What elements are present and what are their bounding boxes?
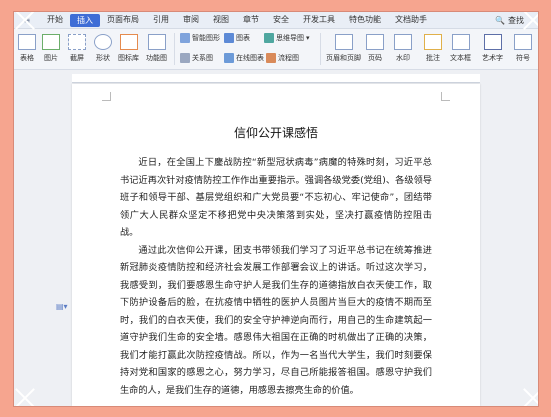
screenshot-label: 截屏 (70, 54, 84, 62)
word-art-button[interactable]: 艺术字 (482, 34, 503, 63)
table-button[interactable]: 表格 (18, 34, 36, 63)
menu-insert[interactable]: 插入 (70, 13, 100, 27)
document-title: 信仰公开课感悟 (233, 126, 318, 140)
shape-label: 形状 (96, 54, 110, 62)
menu-references[interactable]: 引用 (146, 12, 176, 28)
function-chart-icon (147, 34, 166, 50)
menu-doc-assistant[interactable]: 文档助手 (388, 12, 434, 28)
relation-chart-icon (180, 53, 190, 63)
ribbon-separator (174, 33, 175, 65)
menu-features[interactable]: 特色功能 (342, 12, 388, 28)
page-number-label: 页码 (368, 54, 382, 62)
menu-bar: ≡ 开始 插入 页面布局 引用 审阅 视图 章节 安全 开发工具 特色功能 文档… (14, 12, 538, 29)
chart-label: 图表 (236, 34, 250, 42)
document-page[interactable]: 信仰公开课感悟 近日，在全国上下鏖战防控“新型冠状病毒”病魔的特殊时刻，习近平总… (72, 84, 480, 406)
shape-icon (94, 34, 112, 50)
online-chart-label: 在线图表 (236, 54, 264, 62)
word-art-label: 艺术字 (482, 54, 503, 62)
text-box-icon (451, 34, 470, 50)
margin-corner-mark (441, 92, 450, 101)
online-chart-button[interactable]: 在线图表 (224, 53, 264, 63)
watermark-label: 水印 (396, 54, 410, 62)
corner-decoration (520, 388, 538, 406)
relation-chart-label: 关系图 (192, 54, 213, 62)
icon-library-icon (119, 34, 138, 50)
smart-graphic-button[interactable]: 智能图形 (180, 33, 220, 43)
shape-button[interactable]: 形状 (94, 34, 112, 63)
word-art-icon (483, 34, 502, 50)
corner-decoration (14, 12, 32, 30)
paragraph: 通过此次信仰公开课，团支书带领我们学习了习近平总书记在统筹推进新冠肺炎疫情防控和… (120, 244, 432, 396)
paragraph: 近日，在全国上下鏖战防控“新型冠状病毒”病魔的特殊时刻，习近平总书记近再次针对疫… (120, 157, 432, 238)
corner-decoration (14, 388, 32, 406)
mind-map-button[interactable]: 思维导图 ▾ (264, 33, 310, 43)
document-area: 信仰公开课感悟 近日，在全国上下鏖战防控“新型冠状病毒”病魔的特殊时刻，习近平总… (14, 70, 538, 406)
chart-icon (224, 33, 234, 43)
menu-security[interactable]: 安全 (266, 12, 296, 28)
page-number-icon (366, 34, 384, 50)
insert-ribbon: 表格 图片 截屏 形状 图标库 功能图 智能图形 图表 思维导图 ▾ 关系图 在… (14, 29, 538, 70)
flowchart-button[interactable]: 流程图 (266, 53, 299, 63)
flowchart-label: 流程图 (278, 54, 299, 62)
menu-page-layout[interactable]: 页面布局 (100, 12, 146, 28)
wps-writer-window: ≡ 开始 插入 页面布局 引用 审阅 视图 章节 安全 开发工具 特色功能 文档… (13, 11, 539, 407)
relation-chart-button[interactable]: 关系图 (180, 53, 213, 63)
flowchart-icon (266, 53, 276, 63)
text-box-button[interactable]: 文本框 (450, 34, 471, 63)
mind-map-label: 思维导图 (276, 34, 304, 42)
symbol-button[interactable]: 符号 (514, 34, 532, 63)
header-footer-icon (334, 34, 353, 50)
watermark-button[interactable]: 水印 (394, 34, 412, 63)
menu-start[interactable]: 开始 (40, 12, 70, 28)
smart-graphic-icon (180, 33, 190, 43)
comment-button[interactable]: 批注 (424, 34, 442, 63)
online-chart-icon (224, 53, 234, 63)
menu-sections[interactable]: 章节 (236, 12, 266, 28)
function-chart-button[interactable]: 功能图 (146, 34, 167, 63)
horizontal-ruler (72, 74, 480, 83)
screenshot-button[interactable]: 截屏 (68, 34, 86, 63)
search-icon: 🔍 (495, 15, 505, 25)
ribbon-separator (320, 33, 321, 65)
text-box-label: 文本框 (450, 54, 471, 62)
menu-developer[interactable]: 开发工具 (296, 12, 342, 28)
picture-button[interactable]: 图片 (42, 34, 60, 63)
document-body[interactable]: 近日，在全国上下鏖战防控“新型冠状病毒”病魔的特殊时刻，习近平总书记近再次针对疫… (120, 154, 432, 399)
page-number-button[interactable]: 页码 (366, 34, 384, 63)
function-chart-label: 功能图 (146, 54, 167, 62)
menu-review[interactable]: 审阅 (176, 12, 206, 28)
watermark-icon (394, 34, 412, 50)
comment-label: 批注 (426, 54, 440, 62)
symbol-label: 符号 (516, 54, 530, 62)
picture-icon (42, 34, 60, 50)
menu-view[interactable]: 视图 (206, 12, 236, 28)
smart-graphic-label: 智能图形 (192, 34, 220, 42)
symbol-icon (514, 34, 532, 50)
header-footer-button[interactable]: 页眉和页脚 (326, 34, 361, 63)
corner-decoration (520, 12, 538, 30)
table-icon (18, 34, 36, 50)
picture-label: 图片 (44, 54, 58, 62)
header-footer-label: 页眉和页脚 (326, 54, 361, 62)
paragraph-layout-icon[interactable]: ▤▾ (56, 302, 68, 311)
icon-library-label: 图标库 (118, 54, 139, 62)
icon-library-button[interactable]: 图标库 (118, 34, 139, 63)
comment-icon (424, 34, 442, 50)
screenshot-icon (68, 34, 86, 50)
mind-map-icon (264, 33, 274, 43)
chevron-down-icon: ▾ (306, 34, 310, 42)
table-label: 表格 (20, 54, 34, 62)
chart-button[interactable]: 图表 (224, 33, 250, 43)
margin-corner-mark (102, 92, 111, 101)
